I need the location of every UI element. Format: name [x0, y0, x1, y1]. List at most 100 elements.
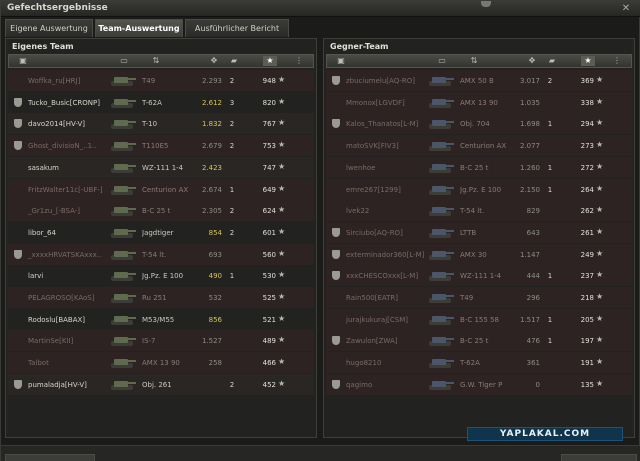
title-bar[interactable]: Gefechtsergebnisse ✕: [1, 1, 640, 17]
player-row[interactable]: Woffka_ru[HRJ] T49 2.293 2 948 ★: [8, 70, 314, 91]
kills-value: 2: [229, 228, 235, 237]
star-icon: ★: [596, 75, 604, 84]
player-row[interactable]: Kalos_Thanatos[L-M] Obj. 704 1.698 1 294 ★: [326, 113, 632, 135]
player-row[interactable]: pumaladja[HV-V] Obj. 261 2 452 ★: [8, 373, 314, 395]
tank-icon: [426, 202, 456, 218]
xp-value: 820: [262, 98, 276, 107]
damage-value: 856: [208, 315, 222, 324]
tank-name: Obj. 704: [460, 120, 490, 129]
player-row[interactable]: Sirciubo[AQ-RO] LTTB 643 261 ★: [326, 221, 632, 243]
player-name: Rain500[EATR]: [346, 294, 399, 302]
player-row[interactable]: libor_64 Jagdtiger 854 2 601 ★: [8, 221, 314, 243]
xp-value: 753: [262, 142, 276, 151]
player-row[interactable]: emre267[1299] Jg.Pz. E 100 2.150 1 264 ★: [326, 178, 632, 200]
player-row[interactable]: Tucko_Busic[CRONP] T-62A 2.612 3 820 ★: [8, 91, 314, 113]
xp-value: 272: [580, 163, 594, 172]
window-title: Gefechtsergebnisse: [7, 3, 108, 13]
sort-column-icon[interactable]: ⇅: [467, 56, 481, 66]
xp-value: 948: [262, 77, 276, 85]
xp-value: 466: [262, 359, 276, 368]
player-name: MartinSe[KII]: [28, 337, 74, 346]
xp-value: 560: [262, 250, 276, 259]
close-button[interactable]: ✕: [619, 3, 633, 15]
kills-column-icon[interactable]: ▰: [543, 56, 561, 66]
options-column-icon[interactable]: ⋮: [611, 56, 623, 66]
xp-column-icon[interactable]: ★: [581, 56, 595, 66]
damage-column-icon[interactable]: ✥: [205, 56, 223, 66]
sort-column-icon[interactable]: ⇅: [149, 56, 163, 66]
tank-icon: [108, 94, 138, 110]
clan-column-icon[interactable]: ▣: [17, 56, 29, 66]
player-row[interactable]: xxxCHESCOxxx[L-M] WZ-111 1-4 444 1 237 ★: [326, 265, 632, 287]
kills-value: 3: [229, 98, 235, 107]
player-row[interactable]: _Gr1zu_[-BSA-] B-C 25 t 2.305 2 624 ★: [8, 200, 314, 222]
player-row[interactable]: PELAGROSO[KAoS] Ru 251 532 525 ★: [8, 287, 314, 308]
tank-icon: [108, 137, 138, 153]
player-row[interactable]: jurajkukuraj[CSM] B-C 155 58 1.517 1 205 ★: [326, 308, 632, 330]
player-row[interactable]: qagimo G.W. Tiger P 0 135 ★: [326, 373, 632, 395]
kills-value: [544, 206, 556, 216]
clan-column-icon[interactable]: ▣: [335, 56, 347, 66]
player-row[interactable]: matoSVK[FIV3] Centurion AX 2.077 273 ★: [326, 135, 632, 157]
tank-icon: [108, 332, 138, 348]
tank-icon: [108, 289, 138, 305]
player-row[interactable]: lwenhoe B-C 25 t 1.260 1 272 ★: [326, 156, 632, 178]
player-name: lvek22: [346, 207, 370, 216]
player-name: Rodoslu[BABAX]: [28, 315, 86, 324]
player-row[interactable]: larvi Jg.Pz. E 100 490 1 530 ★: [8, 265, 314, 287]
options-column-icon[interactable]: ⋮: [293, 56, 305, 66]
damage-value: 490: [208, 272, 222, 281]
clan-badge-icon: [332, 249, 340, 259]
player-row[interactable]: Zawulon[ZWA] B-C 25 t 476 1 197 ★: [326, 330, 632, 352]
player-row[interactable]: hugo8210 T-62A 361 191 ★: [326, 352, 632, 374]
player-row[interactable]: exterminador360[L-M] AMX 30 1.147 249 ★: [326, 243, 632, 265]
kills-value: 1: [547, 120, 553, 129]
drag-handle[interactable]: [481, 1, 491, 7]
tab-personal-report[interactable]: Eigene Auswertung: [5, 19, 93, 37]
player-row[interactable]: zbuciumelu[AQ-RO] AMX 50 B 3.017 2 369 ★: [326, 70, 632, 91]
tank-name: AMX 50 B: [460, 77, 494, 85]
damage-value: 2.612: [201, 98, 222, 107]
player-row[interactable]: Rain500[EATR] T49 296 218 ★: [326, 287, 632, 308]
player-row[interactable]: MartinSe[KII] IS-7 1.527 489 ★: [8, 330, 314, 352]
player-row[interactable]: Talbot AMX 13 90 258 466 ★: [8, 352, 314, 374]
tab-team-report[interactable]: Team-Auswertung: [95, 19, 183, 37]
damage-column-icon[interactable]: ✥: [523, 56, 541, 66]
xp-value: 249: [580, 250, 594, 259]
star-icon: ★: [278, 292, 286, 301]
kills-value: [544, 358, 556, 368]
damage-value: 2.674: [201, 185, 222, 194]
player-row[interactable]: Ghost_divisioN_..1.. T110E5 2.679 2 753 ★: [8, 135, 314, 157]
clan-badge-icon: [14, 141, 22, 151]
player-row[interactable]: lvek22 T-54 lt. 829 262 ★: [326, 200, 632, 222]
clan-badge-icon: [14, 97, 22, 107]
kills-column-icon[interactable]: ▰: [225, 56, 243, 66]
xp-value: 237: [580, 272, 594, 281]
damage-value: 693: [208, 250, 222, 259]
kills-value: 2: [547, 77, 553, 85]
tank-icon: [426, 354, 456, 370]
player-row[interactable]: Mmonox[LGVDF] AMX 13 90 1.035 338 ★: [326, 91, 632, 113]
kills-value: [226, 315, 238, 325]
xp-value: 262: [580, 207, 594, 216]
tab-detailed-report[interactable]: Ausführlicher Bericht: [185, 19, 289, 37]
player-name: libor_64: [28, 228, 56, 237]
tank-column-icon[interactable]: ▭: [427, 56, 457, 66]
watermark-logo: YAPLAKAL.COM: [467, 427, 623, 441]
tank-name: B-C 155 58: [460, 315, 499, 324]
player-row[interactable]: davo2014[HV-V] T-10 1.832 2 767 ★: [8, 113, 314, 135]
damage-value: 2.305: [201, 207, 222, 216]
xp-value: 273: [580, 142, 594, 151]
tank-icon: [426, 137, 456, 153]
player-row[interactable]: _xxxxHRVATSKAxxx.. T-54 lt. 693 560 ★: [8, 243, 314, 265]
player-row[interactable]: Rodoslu[BABAX] M53/M55 856 521 ★: [8, 308, 314, 330]
damage-value: 476: [526, 337, 540, 346]
xp-value: 338: [580, 98, 594, 107]
xp-value: 521: [262, 315, 276, 324]
player-row[interactable]: FritzWalter11c[-UBF-] Centurion AX 2.674 1 6…: [8, 178, 314, 200]
player-row[interactable]: sasakum WZ-111 1-4 2.423 747 ★: [8, 156, 314, 178]
star-icon: ★: [596, 96, 604, 106]
star-icon: ★: [596, 378, 604, 388]
tank-column-icon[interactable]: ▭: [109, 56, 139, 66]
xp-column-icon[interactable]: ★: [263, 56, 277, 66]
